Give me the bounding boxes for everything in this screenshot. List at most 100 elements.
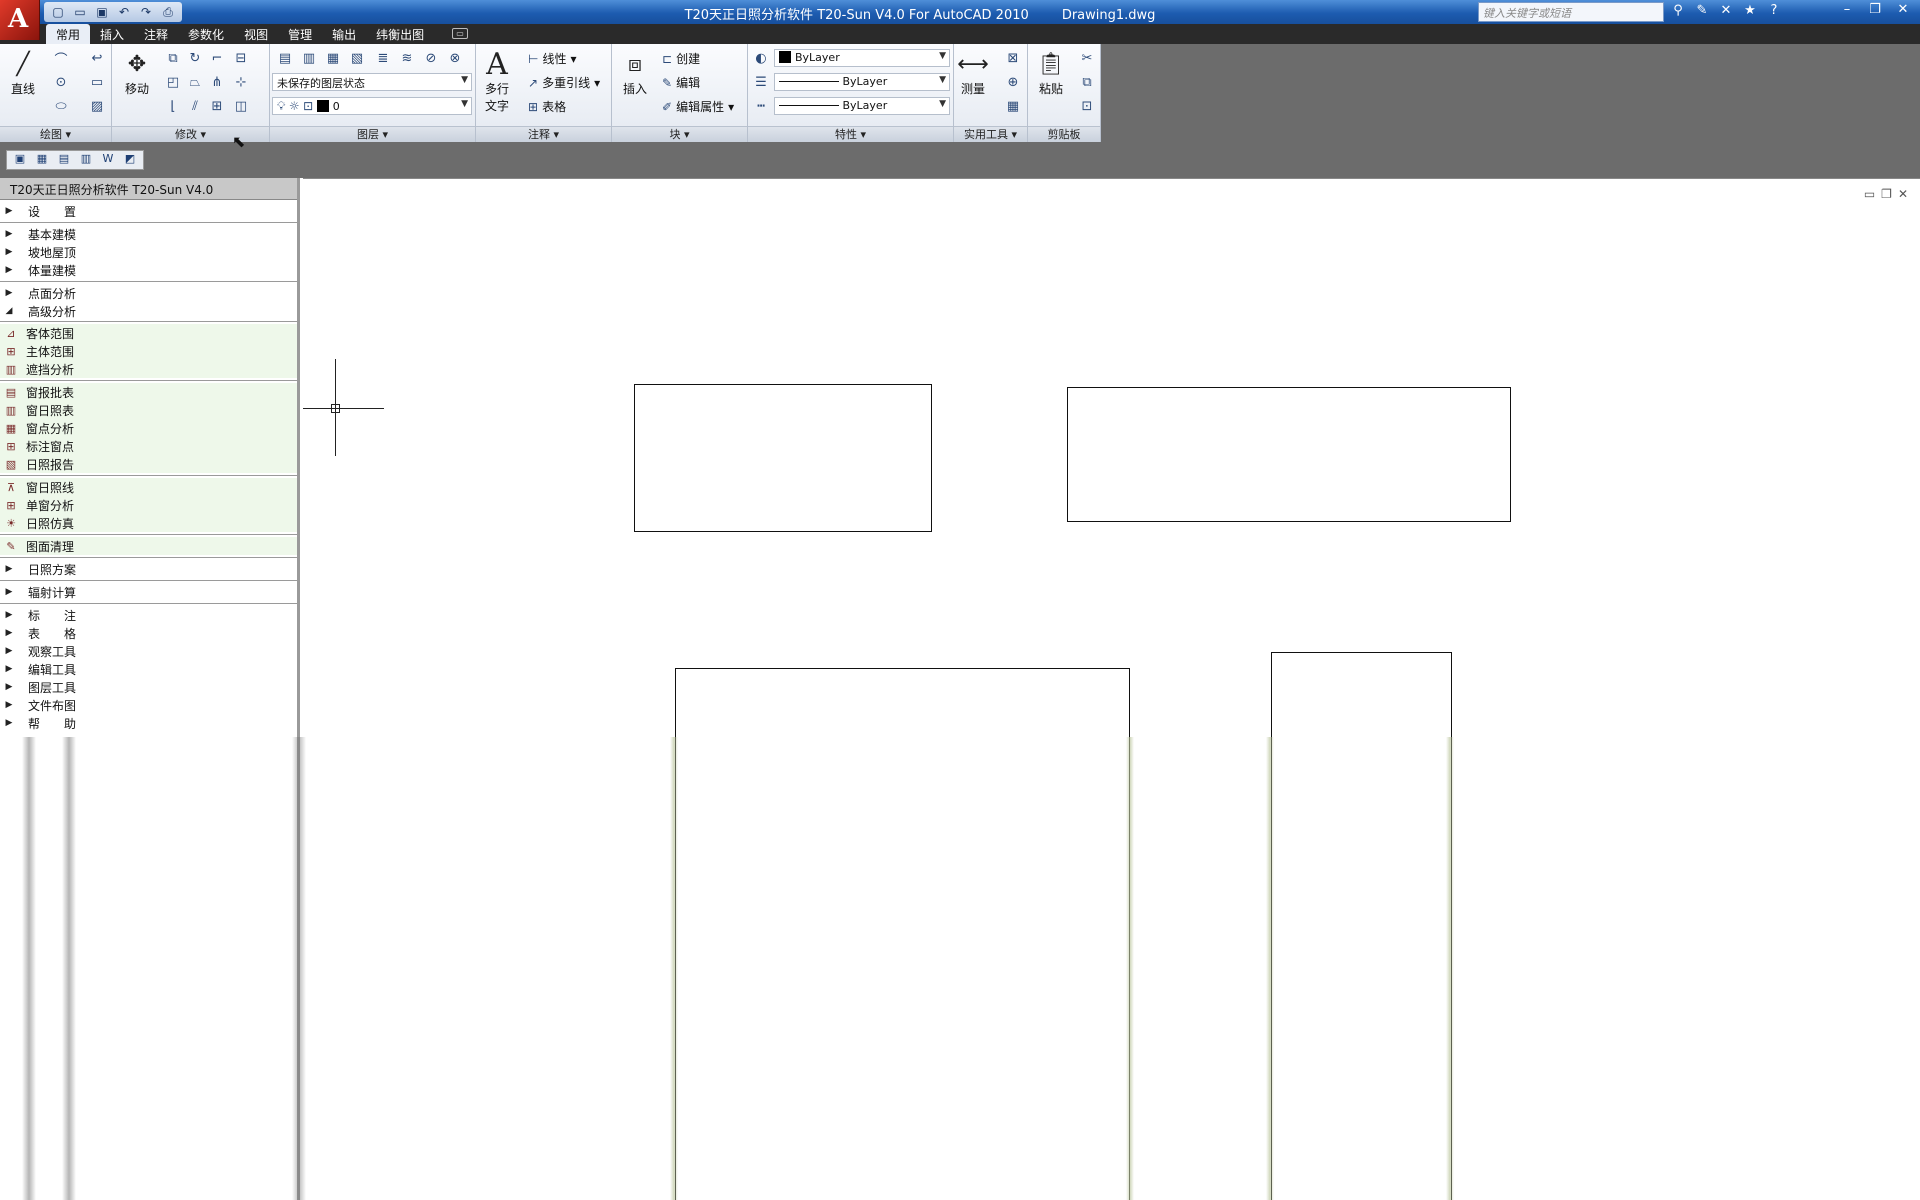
panel-layers-label[interactable]: 图层 ▾ <box>270 126 475 142</box>
window-icon[interactable]: ▤ <box>54 152 74 168</box>
ribbon-tab[interactable]: 视图 <box>234 24 278 44</box>
palette-group[interactable]: ▶ 帮 助 <box>0 714 297 732</box>
array-icon[interactable]: ⊞ <box>206 96 228 116</box>
trim-icon[interactable]: ⌐ <box>206 48 228 68</box>
palette-group[interactable]: ▶ 体量建模 <box>0 261 297 279</box>
building-outline[interactable] <box>675 668 1130 1200</box>
arc-icon[interactable]: ↩ <box>86 48 108 68</box>
measure-button[interactable]: ⟷ 测量 <box>956 48 990 97</box>
quick-select-icon[interactable]: ⊠ <box>1002 48 1024 68</box>
palette-command[interactable]: ⊞ 单窗分析 <box>0 496 297 514</box>
close-icon[interactable]: ✕ <box>1890 2 1916 20</box>
palette-group[interactable]: ▶ 日照方案 <box>0 560 297 578</box>
ribbon-tab[interactable]: 插入 <box>90 24 134 44</box>
linetype-icon[interactable]: ┅ <box>750 96 772 116</box>
copy-clip-icon[interactable]: ⧉ <box>1076 72 1098 92</box>
match-clip-icon[interactable]: ⊡ <box>1076 96 1098 116</box>
palette-group[interactable]: ▶ 文件布图 <box>0 696 297 714</box>
building-outline[interactable] <box>634 384 932 532</box>
stretch-icon[interactable]: ⏢ <box>184 72 206 92</box>
application-menu-button[interactable]: A <box>0 0 40 40</box>
layer-walk-icon[interactable]: ≋ <box>396 48 418 68</box>
ribbon-tab[interactable]: 注释 <box>134 24 178 44</box>
palette-command[interactable]: ✎ 图面清理 <box>0 537 297 555</box>
ribbon-minimize-icon[interactable]: ▭ <box>452 28 468 39</box>
palette-group[interactable]: ▶ 图层工具 <box>0 678 297 696</box>
layer-merge-icon[interactable]: ⊗ <box>444 48 466 68</box>
palette-group[interactable]: ▶ 坡地屋顶 <box>0 243 297 261</box>
move-button[interactable]: ✥ 移动 <box>120 48 154 97</box>
palette-group[interactable]: ▶ 设 置 <box>0 202 297 220</box>
help-icon[interactable]: ? <box>1764 3 1784 21</box>
ellipse-icon[interactable]: ⬭ <box>50 96 72 116</box>
panel-modify-label[interactable]: 修改 ▾ <box>112 126 269 142</box>
palette-group[interactable]: ▶ 标 注 <box>0 606 297 624</box>
hours-icon[interactable]: W <box>98 152 118 168</box>
palette-group[interactable]: ▶ 基本建模 <box>0 225 297 243</box>
ribbon-tab[interactable]: 常用 <box>46 24 91 44</box>
linear-dim-button[interactable]: ⊢ 线性 ▾ <box>528 50 577 67</box>
sun-model-icon[interactable]: ▣ <box>10 152 30 168</box>
layer-off-icon[interactable]: ▦ <box>322 48 344 68</box>
id-point-icon[interactable]: ⊕ <box>1002 72 1024 92</box>
lineweight-select[interactable]: ByLayer ▼ <box>774 73 950 91</box>
hatch-icon[interactable]: ▨ <box>86 96 108 116</box>
palette-command[interactable]: ⊿ 客体范围 <box>0 324 297 342</box>
palette-command[interactable]: ▥ 遮挡分析 <box>0 360 297 378</box>
palette-command[interactable]: ⊞ 标注窗点 <box>0 437 297 455</box>
edit-block-button[interactable]: ✎ 编辑 <box>662 74 700 91</box>
palette-command[interactable]: ▧ 日照报告 <box>0 455 297 473</box>
palette-command[interactable]: ▥ 窗日照表 <box>0 401 297 419</box>
panel-utilities-label[interactable]: 实用工具 ▾ <box>954 126 1027 142</box>
palette-command[interactable]: ▤ 窗报批表 <box>0 383 297 401</box>
layer-state-select[interactable]: 未保存的图层状态 ▼ <box>272 73 472 91</box>
circle-icon[interactable]: ⊙ <box>50 72 72 92</box>
new-icon[interactable]: ▢ <box>48 3 68 21</box>
doc-restore-icon[interactable]: ❐ <box>1881 187 1892 201</box>
minimize-icon[interactable]: – <box>1834 2 1860 20</box>
rectangle-icon[interactable]: ▭ <box>86 72 108 92</box>
panel-block-label[interactable]: 块 ▾ <box>612 126 747 142</box>
restore-icon[interactable]: ❐ <box>1862 2 1888 20</box>
panel-draw-label[interactable]: 绘图 ▾ <box>0 126 111 142</box>
line-button[interactable]: ╱ 直线 <box>6 48 40 97</box>
match-properties-icon[interactable]: ◐ <box>750 48 772 68</box>
palette-group[interactable]: ▶ 点面分析 <box>0 284 297 302</box>
palette-group[interactable]: ◢ 高级分析 <box>0 302 297 320</box>
layer-delete-icon[interactable]: ⊘ <box>420 48 442 68</box>
fillet-icon[interactable]: ⌊ <box>162 96 184 116</box>
panel-annotation-label[interactable]: 注释 ▾ <box>476 126 611 142</box>
palette-group[interactable]: ▶ 编辑工具 <box>0 660 297 678</box>
star-icon[interactable]: ★ <box>1740 3 1760 21</box>
ribbon-tab[interactable]: 管理 <box>278 24 322 44</box>
open-icon[interactable]: ▭ <box>70 3 90 21</box>
mirror-icon[interactable]: ⋔ <box>206 72 228 92</box>
copy-icon[interactable]: ⧉ <box>162 48 184 68</box>
building-outline[interactable] <box>1067 387 1511 522</box>
palette-command[interactable]: ⊞ 主体范围 <box>0 342 297 360</box>
report-icon[interactable]: ▥ <box>76 152 96 168</box>
linetype-select[interactable]: ByLayer ▼ <box>774 97 950 115</box>
edit-attribute-button[interactable]: ✐ 编辑属性 ▾ <box>662 98 734 115</box>
building-outline[interactable] <box>1271 652 1452 1200</box>
ribbon-tab[interactable]: 参数化 <box>178 24 234 44</box>
cut-icon[interactable]: ✂ <box>1076 48 1098 68</box>
palette-group[interactable]: ▶ 表 格 <box>0 624 297 642</box>
lineweight-icon[interactable]: ☰ <box>750 72 772 92</box>
layer-properties-icon[interactable]: ▤ <box>274 48 296 68</box>
palette-command[interactable]: ▦ 窗点分析 <box>0 419 297 437</box>
undo-icon[interactable]: ↶ <box>114 3 134 21</box>
layer-select[interactable]: 💡︎ ☼ ⊡ 0 ▼ <box>272 97 472 115</box>
help-search-input[interactable]: 键入关键字或短语 <box>1478 2 1664 22</box>
color-select[interactable]: ByLayer ▼ <box>774 49 950 67</box>
layer-freeze-icon[interactable]: ▧ <box>346 48 368 68</box>
redo-icon[interactable]: ↷ <box>136 3 156 21</box>
palette-group[interactable]: ▶ 辐射计算 <box>0 583 297 601</box>
shadow-icon[interactable]: ◩ <box>120 152 140 168</box>
mleader-button[interactable]: ↗ 多重引线 ▾ <box>528 74 600 91</box>
explode-icon[interactable]: ⊹ <box>230 72 252 92</box>
polyline-icon[interactable]: ⌒ <box>50 48 72 68</box>
mtext-button[interactable]: A 多行 文字 <box>480 47 514 114</box>
building-icon[interactable]: ▦ <box>32 152 52 168</box>
tools-icon[interactable]: ✕ <box>1716 3 1736 21</box>
